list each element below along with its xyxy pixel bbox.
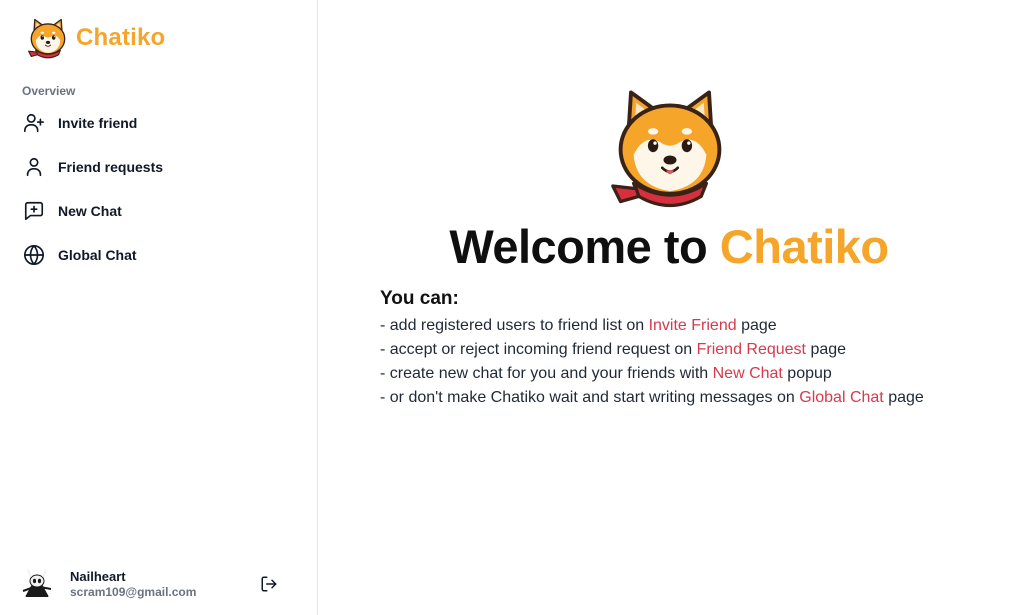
sidebar-nav: Invite friend Friend requests New Chat G… — [22, 108, 302, 284]
new-chat-link[interactable]: New Chat — [713, 365, 783, 382]
main-content: Welcome to Chatiko You can: - add regist… — [319, 0, 1017, 615]
user-plus-icon — [22, 111, 46, 135]
sidebar-item-label: Invite friend — [58, 115, 138, 131]
logout-icon[interactable] — [260, 575, 278, 593]
you-can-title: You can: — [380, 288, 459, 309]
sidebar-item-friend-requests[interactable]: Friend requests — [22, 152, 302, 182]
sidebar-item-invite-friend[interactable]: Invite friend — [22, 108, 302, 138]
sidebar-item-label: Friend requests — [58, 159, 164, 175]
sidebar-item-label: Global Chat — [58, 247, 137, 263]
invite-friend-link[interactable]: Invite Friend — [649, 317, 737, 334]
user-name: Nailheart — [70, 568, 126, 584]
shiba-mascot-icon — [605, 82, 735, 212]
info-block: You can: - add registered users to frien… — [380, 288, 1010, 410]
shiba-logo-icon — [26, 16, 70, 60]
brand[interactable]: Chatiko — [26, 16, 165, 60]
global-chat-link[interactable]: Global Chat — [799, 389, 884, 406]
welcome-heading: Welcome to Chatiko — [319, 218, 1017, 276]
sidebar-item-label: New Chat — [58, 203, 122, 219]
info-line: - add registered users to friend list on… — [380, 317, 777, 334]
user-profile: Nailheart scram109@gmail.com — [20, 566, 300, 602]
friend-request-link[interactable]: Friend Request — [697, 341, 806, 358]
user-email: scram109@gmail.com — [70, 584, 197, 599]
info-line: - create new chat for you and your frien… — [380, 365, 832, 382]
sidebar-item-global-chat[interactable]: Global Chat — [22, 240, 302, 270]
welcome-brand: Chatiko — [719, 220, 889, 273]
message-plus-icon — [22, 199, 46, 223]
globe-icon — [22, 243, 46, 267]
info-line: - or don't make Chatiko wait and start w… — [380, 389, 924, 406]
info-line: - accept or reject incoming friend reque… — [380, 341, 847, 358]
user-icon — [22, 155, 46, 179]
welcome-prefix: Welcome to — [449, 220, 708, 273]
sidebar-item-new-chat[interactable]: New Chat — [22, 196, 302, 226]
section-label-overview: Overview — [22, 84, 76, 98]
brand-name: Chatiko — [76, 24, 166, 51]
avatar — [20, 567, 54, 601]
sidebar: Chatiko Overview Invite friend Friend re… — [0, 0, 318, 615]
